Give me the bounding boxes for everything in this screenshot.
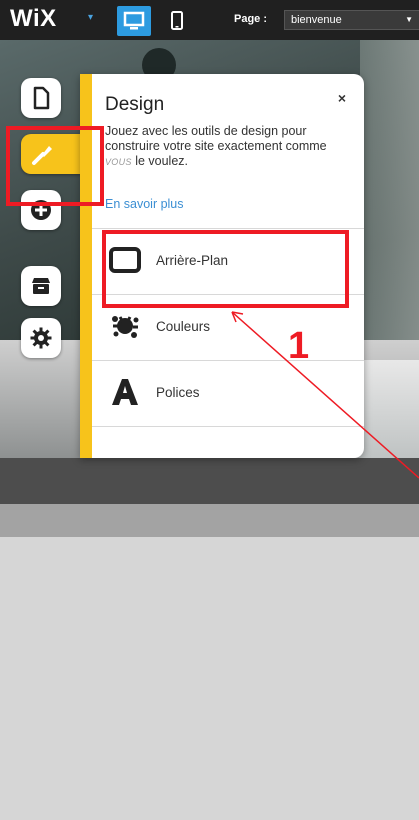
close-icon[interactable]: × [338,90,346,106]
gear-icon [30,327,52,349]
wix-logo[interactable]: WiX [10,5,57,33]
pages-tool-button[interactable] [21,78,61,118]
learn-more-link[interactable]: En savoir plus [105,197,184,211]
menu-item-label: Polices [156,385,200,400]
description-emphasis: VOUS [105,157,132,167]
app-market-tool-button[interactable] [21,266,61,306]
panel-title: Design [105,94,165,115]
menu-item-fonts[interactable]: Polices [92,360,364,426]
step-number: 1 [288,325,310,367]
description-text: Jouez avec les outils de design pour con… [105,124,327,153]
canvas-area [0,537,419,820]
panel-description: Jouez avec les outils de design pour con… [105,124,345,170]
canvas-strip-grey [0,504,419,537]
mobile-icon [171,11,183,30]
chevron-down-icon[interactable]: ▾ [88,12,93,23]
menu-item-label: Couleurs [156,319,211,334]
settings-tool-button[interactable] [21,318,61,358]
page-label: Page : [234,13,268,25]
canvas-strip-dark [0,458,419,504]
desktop-view-button[interactable] [117,6,151,36]
page-select[interactable]: bienvenue ▼ [284,10,419,30]
description-text-end: le voulez. [131,154,188,168]
font-icon [112,379,138,405]
mobile-view-button[interactable] [167,6,187,36]
desktop-icon [123,11,145,30]
paint-splash-icon [112,316,139,338]
panel-footer-divider [92,426,364,458]
page-icon [33,86,50,110]
highlight-background-item [102,230,349,308]
page-select-value: bienvenue [291,14,342,26]
highlight-design-tool [6,126,104,206]
decor-wall [360,40,419,340]
store-icon [32,278,50,294]
chevron-down-icon: ▼ [405,15,413,24]
top-bar: WiX ▾ Page : bienvenue ▼ [0,0,419,40]
